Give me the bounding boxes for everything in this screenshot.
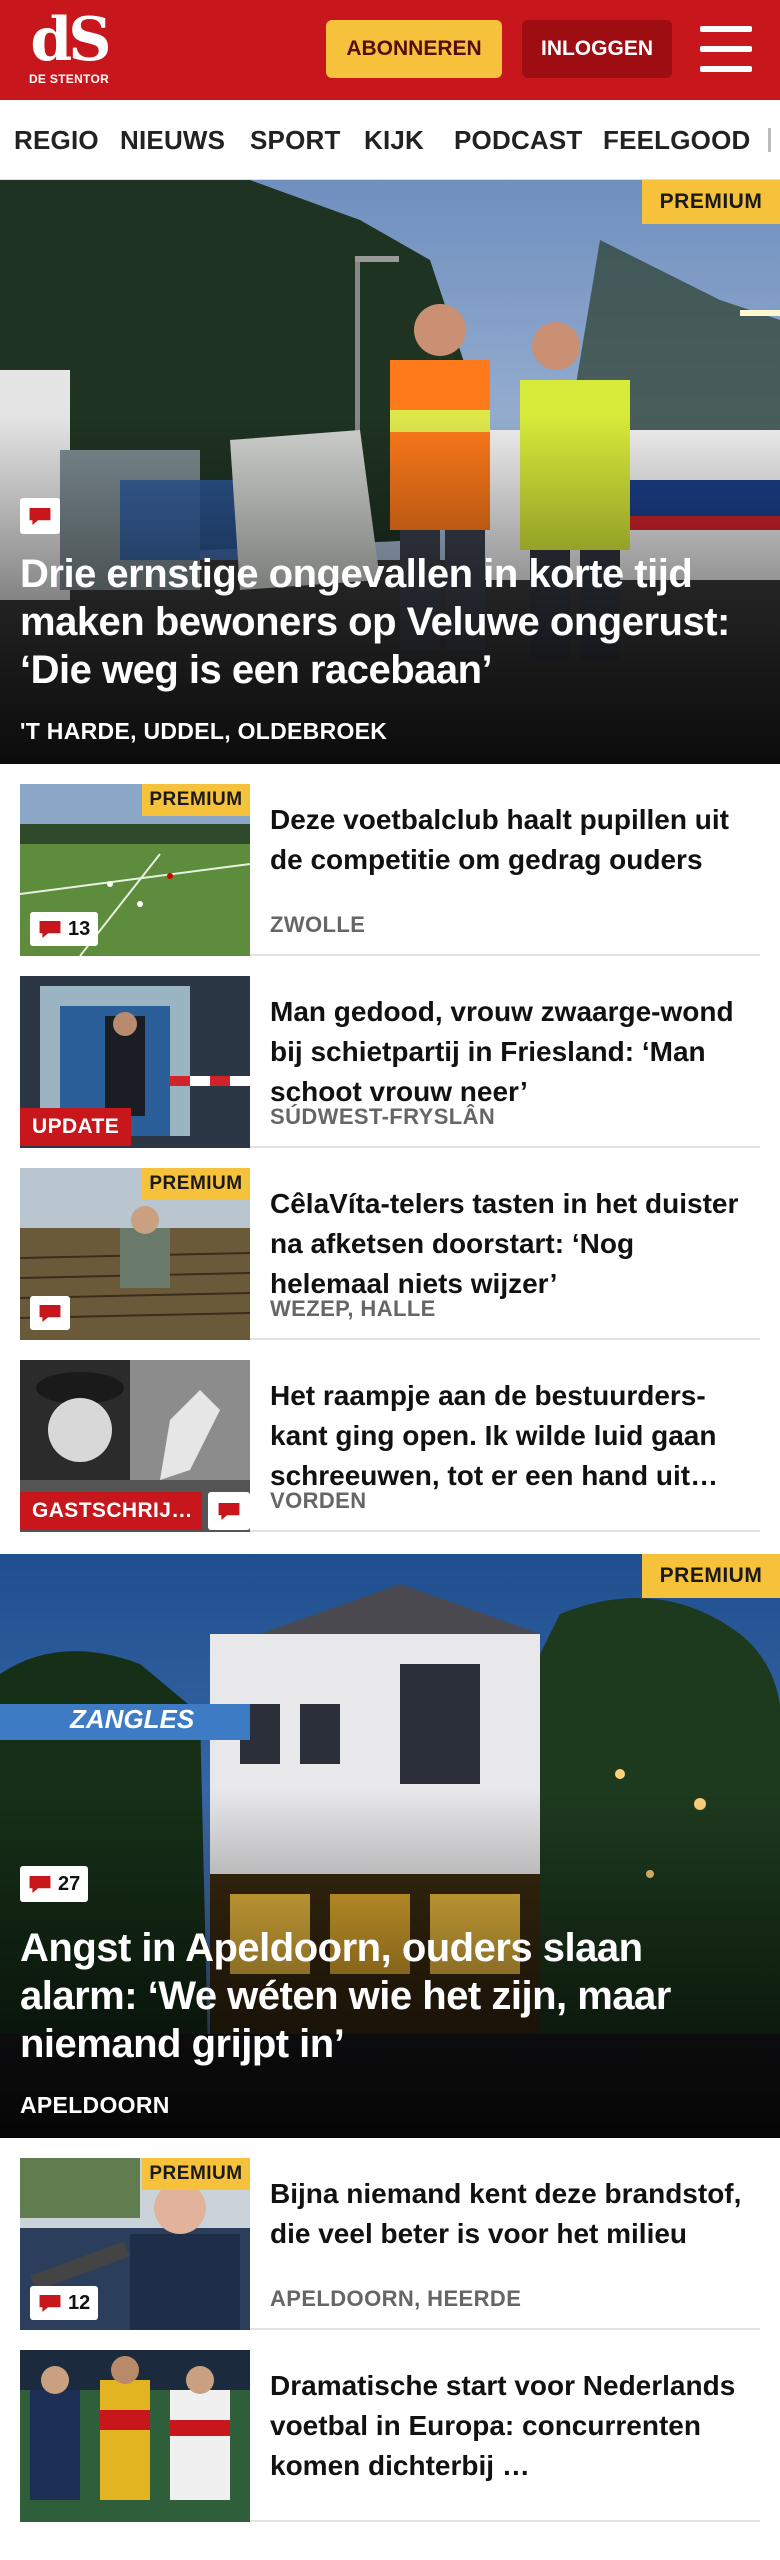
article-row-4[interactable]: GASTSCHRIJ… Het raampje aan de bestuurde…: [20, 1360, 760, 1532]
hero-2-location: APELDOORN: [20, 2092, 170, 2118]
update-tag: UPDATE: [20, 1108, 132, 1146]
comment-count: 12: [68, 2291, 91, 2314]
nav-item-nieuws[interactable]: NIEUWS: [120, 100, 225, 179]
login-button[interactable]: INLOGGEN: [522, 20, 672, 78]
comment-icon: [39, 920, 61, 938]
article-6-headline[interactable]: Dramatische start voor Nederlands voetba…: [270, 2366, 760, 2486]
hamburger-menu-icon[interactable]: [700, 26, 752, 72]
premium-badge: PREMIUM: [642, 180, 780, 224]
comment-count: 13: [68, 917, 91, 940]
hero-article-1[interactable]: PREMIUM Drie ernstige ongevallen in kort…: [0, 180, 780, 764]
comment-icon: [29, 1875, 51, 1893]
comment-icon: [39, 1304, 61, 1322]
article-5-headline[interactable]: Bijna niemand kent deze brandstof, die v…: [270, 2174, 760, 2254]
article-4-location: VORDEN: [270, 1488, 367, 1513]
article-row-6[interactable]: Dramatische start voor Nederlands voetba…: [20, 2350, 760, 2522]
nav-scroll-hint: [768, 128, 771, 152]
article-4-headline[interactable]: Het raampje aan de bestuurders-kant ging…: [270, 1376, 760, 1496]
comment-badge[interactable]: [208, 1492, 250, 1530]
comment-badge[interactable]: [30, 1296, 70, 1330]
article-1-headline[interactable]: Deze voetbalclub haalt pupillen uit de c…: [270, 800, 760, 880]
site-header: dS DE STENTOR ABONNEREN INLOGGEN: [0, 0, 780, 100]
article-3-headline[interactable]: CêlaVíta-telers tasten in het duister na…: [270, 1184, 760, 1304]
comment-badge[interactable]: 13: [30, 912, 99, 946]
article-row-1[interactable]: PREMIUM 13 Deze voetbalclub haalt pupill…: [20, 784, 760, 956]
premium-badge: PREMIUM: [142, 1168, 250, 1200]
guest-writer-tag: GASTSCHRIJ…: [20, 1492, 202, 1530]
logo-mark: dS: [30, 5, 111, 75]
comment-count: 27: [58, 1872, 81, 1895]
article-2-headline[interactable]: Man gedood, vrouw zwaarge-wond bij schie…: [270, 992, 760, 1112]
premium-badge: PREMIUM: [142, 784, 250, 816]
comment-badge[interactable]: 27: [20, 1866, 89, 1902]
nav-item-regio[interactable]: REGIO: [14, 100, 99, 179]
site-logo[interactable]: dS DE STENTOR: [28, 5, 112, 88]
premium-badge: PREMIUM: [142, 2158, 250, 2190]
article-row-5[interactable]: PREMIUM 12 Bijna niemand kent deze brand…: [20, 2158, 760, 2330]
article-row-3[interactable]: PREMIUM CêlaVíta-telers tasten in het du…: [20, 1168, 760, 1340]
hero-1-location: 'T HARDE, UDDEL, OLDEBROEK: [20, 718, 388, 744]
comment-icon: [39, 2294, 61, 2312]
article-row-2[interactable]: UPDATE Man gedood, vrouw zwaarge-wond bi…: [20, 976, 760, 1148]
comment-icon: [29, 507, 51, 525]
hero-2-headline[interactable]: Angst in Apeldoorn, ouders slaan alarm: …: [20, 1924, 760, 2068]
section-nav: REGIO NIEUWS SPORT KIJK PODCAST FEELGOOD: [0, 100, 780, 180]
article-6-thumbnail: [20, 2350, 250, 2522]
comment-badge[interactable]: 12: [30, 2286, 99, 2320]
article-2-location: SÚDWEST-FRYSLÂN: [270, 1104, 496, 1129]
nav-item-sport[interactable]: SPORT: [250, 100, 341, 179]
nav-item-kijk[interactable]: KIJK: [364, 100, 424, 179]
hero-1-headline[interactable]: Drie ernstige ongevallen in korte tijd m…: [20, 550, 760, 694]
article-1-location: ZWOLLE: [270, 912, 366, 937]
nav-item-podcast[interactable]: PODCAST: [454, 100, 583, 179]
comment-icon: [218, 1502, 240, 1520]
hero-article-2[interactable]: ZANGLES PREMIUM 27 Angst in Apeldoorn, o…: [0, 1554, 780, 2138]
hero-2-banner-text: ZANGLES: [70, 1704, 195, 1734]
logo-subtitle: DE STENTOR: [28, 72, 110, 86]
article-5-location: APELDOORN, HEERDE: [270, 2286, 522, 2311]
premium-badge: PREMIUM: [642, 1554, 780, 1598]
article-3-location: WEZEP, HALLE: [270, 1296, 436, 1321]
subscribe-button[interactable]: ABONNEREN: [326, 20, 502, 78]
comment-badge[interactable]: [20, 498, 60, 534]
nav-item-feelgood[interactable]: FEELGOOD: [603, 100, 751, 179]
